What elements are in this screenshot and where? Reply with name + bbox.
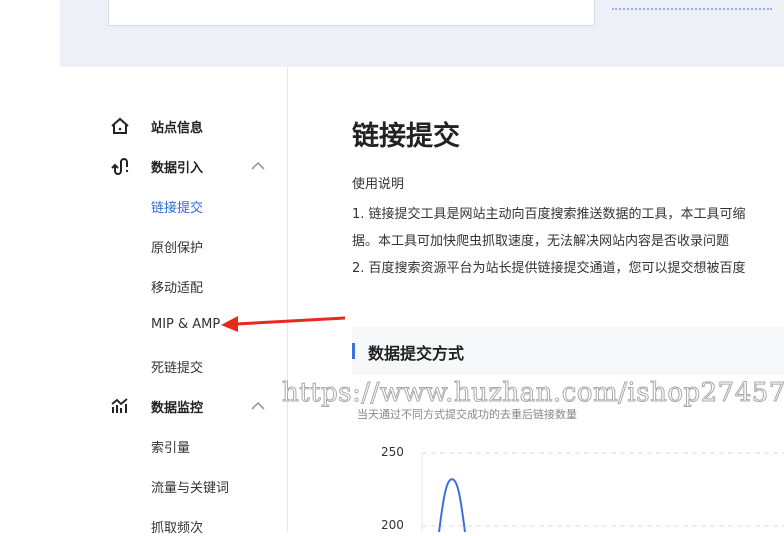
arrow-head xyxy=(221,316,238,332)
arrow-annotation xyxy=(235,316,346,326)
watermark: https://www.huzhan.com/ishop27457 xyxy=(282,378,784,409)
series-line xyxy=(438,478,466,532)
chart-canvas xyxy=(221,316,784,532)
